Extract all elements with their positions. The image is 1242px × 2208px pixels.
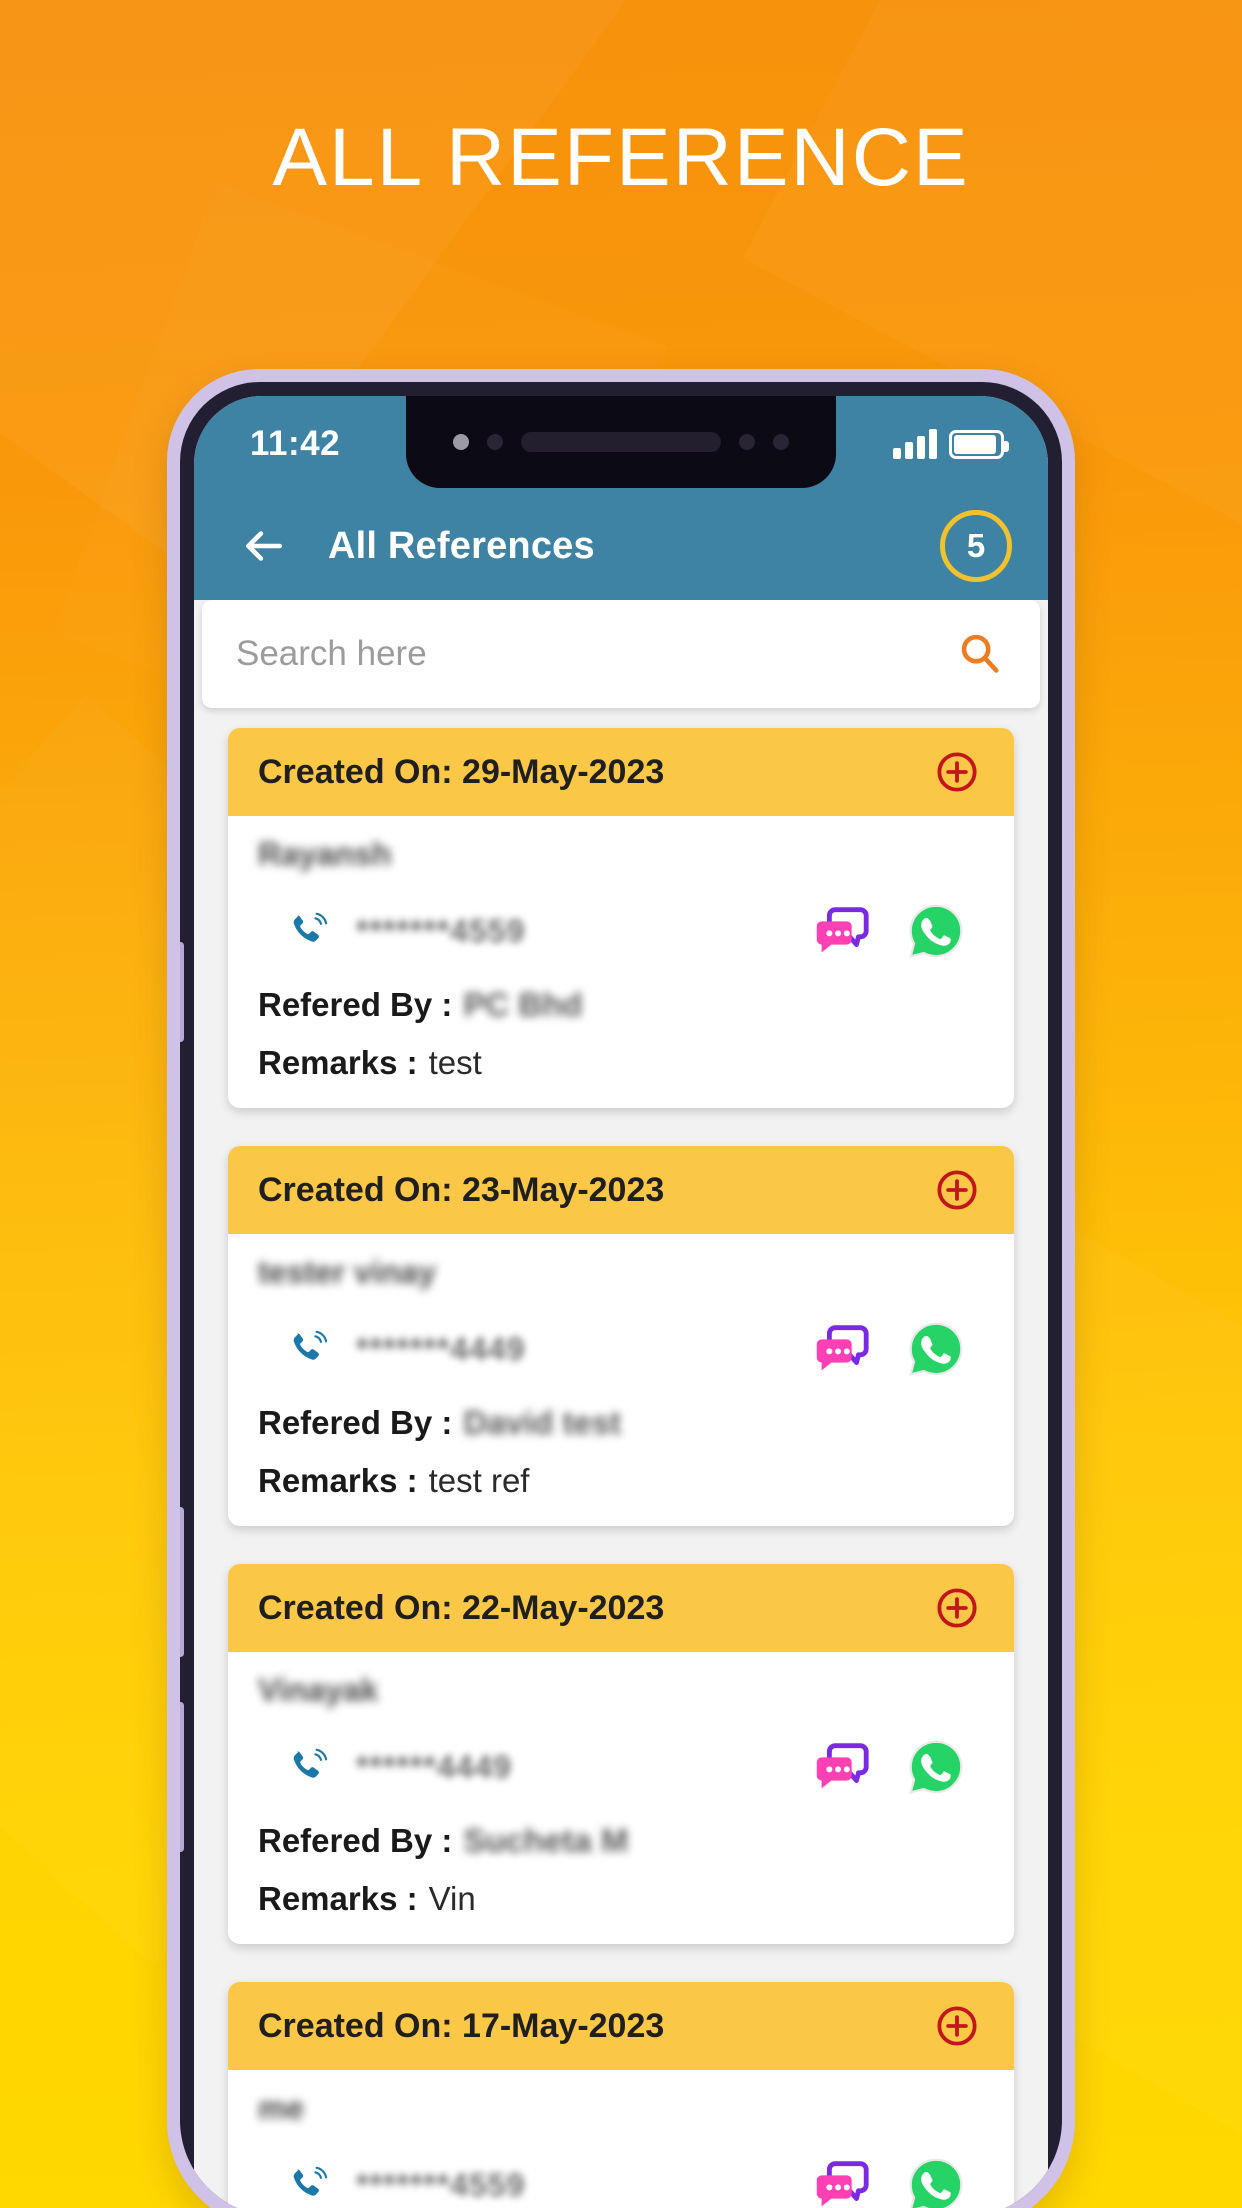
- page-title: All References: [328, 524, 595, 567]
- reference-phone-row: ******4449: [258, 1732, 984, 1802]
- refered-by-value: David test: [463, 1404, 622, 1441]
- refered-by-label: Refered By :: [258, 986, 453, 1023]
- reference-phone-number: *******4449: [356, 1330, 526, 1367]
- refered-by-value: Sucheta M: [463, 1822, 629, 1859]
- created-on-label: Created On: 23-May-2023: [258, 1170, 665, 1209]
- add-circle-icon[interactable]: [934, 1585, 980, 1631]
- phone-volume-up-button: [180, 1507, 184, 1657]
- refered-by-value: PC Bhd: [463, 986, 583, 1023]
- refered-by-label: Refered By :: [258, 1404, 453, 1441]
- reference-card-body: Rayansh *******4559 Refered By: PC Bhd …: [228, 816, 1014, 1108]
- reference-remarks-row: Remarks : Vin: [258, 1880, 984, 1918]
- reference-list: Created On: 29-May-2023 Rayansh *******4…: [194, 708, 1048, 2208]
- reference-phone-row: *******4559: [258, 2150, 984, 2208]
- phone-screen: 11:42 All References 5 Search here Creat…: [194, 396, 1048, 2208]
- reference-remarks-row: Remarks : test: [258, 1044, 984, 1082]
- phone-notch: [406, 396, 836, 488]
- reference-phone-number: *******4559: [356, 2166, 526, 2203]
- reference-card-body: Vinayak ******4449 Refered By: Sucheta …: [228, 1652, 1014, 1944]
- promo-headline: ALL REFERENCE: [272, 112, 970, 203]
- reference-refered-by-row: Refered By : Sucheta M: [258, 1822, 984, 1860]
- reference-card-header: Created On: 23-May-2023: [228, 1146, 1014, 1234]
- reference-count-badge[interactable]: 5: [940, 510, 1012, 582]
- back-arrow-icon[interactable]: [238, 521, 288, 571]
- search-input[interactable]: [236, 634, 956, 674]
- created-on-label: Created On: 17-May-2023: [258, 2006, 665, 2045]
- remarks-label: Remarks :: [258, 1462, 418, 1499]
- remarks-value: Vin: [428, 1880, 476, 1917]
- chat-bubbles-icon[interactable]: [810, 900, 872, 962]
- chat-bubbles-icon[interactable]: [810, 1318, 872, 1380]
- whatsapp-icon[interactable]: [906, 1737, 966, 1797]
- promo-background: ALL REFERENCE 11:42 All References 5 Sea…: [0, 0, 1242, 2208]
- reference-phone-number: *******4559: [356, 912, 526, 949]
- status-time: 11:42: [250, 424, 341, 463]
- remarks-label: Remarks :: [258, 1880, 418, 1917]
- signal-bars-icon: [893, 429, 937, 459]
- search-bar[interactable]: [202, 600, 1040, 708]
- whatsapp-icon[interactable]: [906, 2155, 966, 2208]
- search-section: [194, 600, 1048, 708]
- reference-name: me: [258, 2090, 305, 2126]
- reference-refered-by-row: Refered By : PC Bhd: [258, 986, 984, 1024]
- phone-mockup: 11:42 All References 5 Search here Creat…: [167, 369, 1075, 2208]
- add-circle-icon[interactable]: [934, 2003, 980, 2049]
- reference-card[interactable]: Created On: 17-May-2023 me *******4559: [228, 1982, 1014, 2208]
- add-circle-icon[interactable]: [934, 749, 980, 795]
- reference-card-body: me *******4559: [228, 2070, 1014, 2208]
- reference-remarks-row: Remarks : test ref: [258, 1462, 984, 1500]
- refered-by-label: Refered By :: [258, 1822, 453, 1859]
- reference-card-body: tester vinay *******4449 Refered By: Da…: [228, 1234, 1014, 1526]
- reference-refered-by-row: Refered By : David test: [258, 1404, 984, 1442]
- whatsapp-icon[interactable]: [906, 1319, 966, 1379]
- phone-bezel: 11:42 All References 5 Search here Creat…: [180, 382, 1062, 2208]
- reference-card[interactable]: Created On: 29-May-2023 Rayansh *******4…: [228, 728, 1014, 1108]
- reference-card-header: Created On: 17-May-2023: [228, 1982, 1014, 2070]
- status-indicators: [893, 429, 1009, 459]
- app-bar: All References 5: [194, 492, 1048, 600]
- phone-side-button: [180, 942, 184, 1042]
- reference-card-header: Created On: 29-May-2023: [228, 728, 1014, 816]
- search-icon[interactable]: [956, 631, 1002, 677]
- reference-contact-actions: [810, 1736, 984, 1798]
- remarks-value: test: [428, 1044, 482, 1081]
- remarks-label: Remarks :: [258, 1044, 418, 1081]
- created-on-label: Created On: 29-May-2023: [258, 752, 665, 791]
- chat-bubbles-icon[interactable]: [810, 2154, 872, 2208]
- reference-contact-actions: [810, 900, 984, 962]
- remarks-value: test ref: [428, 1462, 530, 1499]
- phone-call-icon[interactable]: [286, 1328, 328, 1370]
- reference-name: Vinayak: [258, 1672, 379, 1708]
- notch-sensor-icon: [739, 434, 755, 450]
- reference-card[interactable]: Created On: 23-May-2023 tester vinay ***…: [228, 1146, 1014, 1526]
- chat-bubbles-icon[interactable]: [810, 1736, 872, 1798]
- notch-speaker-icon: [521, 432, 721, 452]
- phone-call-icon[interactable]: [286, 2164, 328, 2206]
- reference-phone-row: *******4449: [258, 1314, 984, 1384]
- notch-camera-icon: [487, 434, 503, 450]
- reference-phone-row: *******4559: [258, 896, 984, 966]
- reference-contact-actions: [810, 1318, 984, 1380]
- whatsapp-icon[interactable]: [906, 901, 966, 961]
- phone-call-icon[interactable]: [286, 1746, 328, 1788]
- phone-volume-down-button: [180, 1702, 184, 1852]
- phone-call-icon[interactable]: [286, 910, 328, 952]
- add-circle-icon[interactable]: [934, 1167, 980, 1213]
- reference-contact-actions: [810, 2154, 984, 2208]
- reference-name: Rayansh: [258, 836, 392, 872]
- notch-sensor-icon: [773, 434, 789, 450]
- reference-name: tester vinay: [258, 1254, 436, 1290]
- reference-card[interactable]: Created On: 22-May-2023 Vinayak ******44…: [228, 1564, 1014, 1944]
- battery-icon: [949, 430, 1009, 459]
- reference-phone-number: ******4449: [356, 1748, 512, 1785]
- created-on-label: Created On: 22-May-2023: [258, 1588, 665, 1627]
- reference-card-header: Created On: 22-May-2023: [228, 1564, 1014, 1652]
- notch-sensor-icon: [453, 434, 469, 450]
